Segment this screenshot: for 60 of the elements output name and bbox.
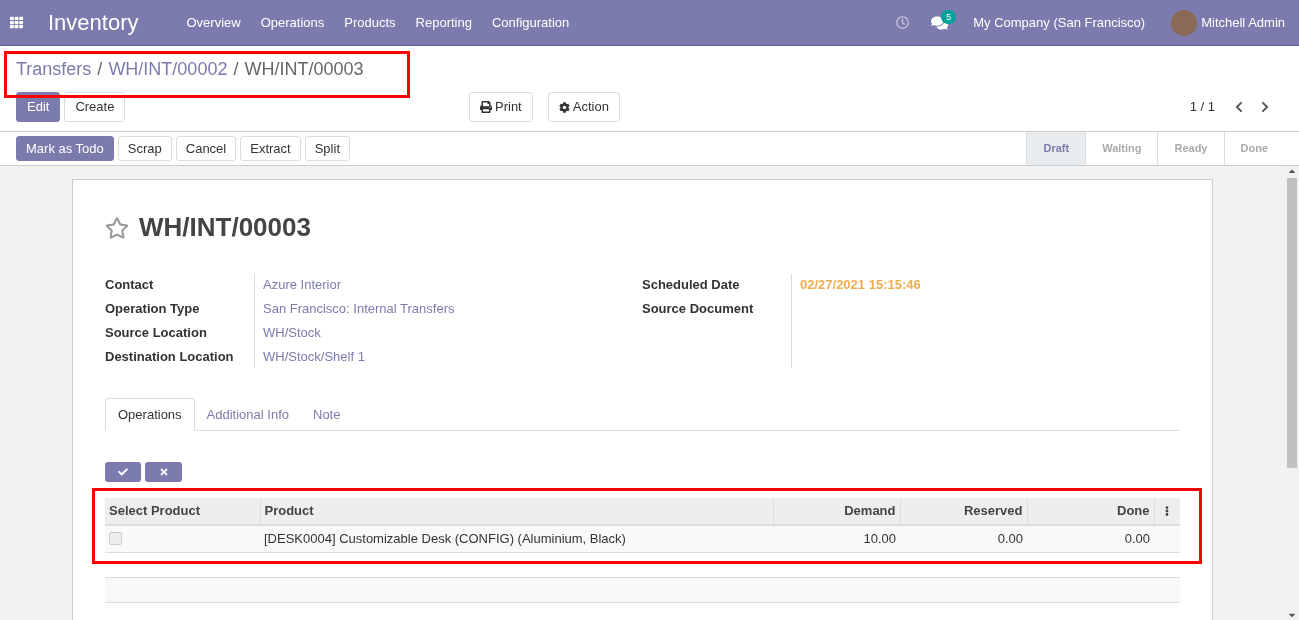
done-cell: 0.00	[1027, 525, 1154, 552]
status-stage[interactable]: Draft	[1026, 132, 1086, 165]
demand-cell: 10.00	[773, 525, 900, 552]
field-value: 02/27/2021 15:15:46	[800, 276, 921, 294]
field-value-link[interactable]: WH/Stock	[263, 324, 455, 342]
nav-menu-item[interactable]: Configuration	[491, 12, 570, 33]
star-icon[interactable]	[105, 215, 129, 240]
printer-icon	[480, 101, 492, 113]
scrollbar[interactable]	[1285, 166, 1299, 620]
field-label: Source Location	[105, 324, 208, 342]
column-header[interactable]: Select Product	[105, 498, 260, 525]
column-header[interactable]: Product	[260, 498, 773, 525]
field-label: Operation Type	[105, 300, 201, 318]
product-cell: [DESK0004] Customizable Desk (CONFIG) (Aluminium, Black)	[260, 525, 773, 552]
create-button[interactable]: Create	[64, 92, 126, 122]
confirm-button[interactable]	[105, 462, 141, 482]
column-header[interactable]: Demand	[773, 498, 900, 525]
gear-icon	[558, 101, 570, 113]
message-count-badge: 5	[941, 9, 957, 24]
row-checkbox[interactable]	[109, 532, 122, 546]
breadcrumb-separator: /	[97, 57, 103, 81]
nav-menu-item[interactable]: Reporting	[415, 12, 472, 33]
field-label: Source Document	[642, 300, 755, 318]
nav-menu-item[interactable]: Overview	[186, 12, 241, 33]
action-button[interactable]: Action	[547, 92, 620, 122]
workflow-button[interactable]: Cancel	[175, 136, 237, 161]
reserved-cell: 0.00	[900, 525, 1027, 552]
field-label: Scheduled Date	[642, 276, 741, 294]
field-value-link[interactable]: San Francisco: Internal Transfers	[263, 300, 455, 318]
field-value-link[interactable]: WH/Stock/Shelf 1	[263, 348, 455, 366]
record-title: WH/INT/00003	[139, 211, 311, 244]
pager-value: 1 / 1	[1189, 98, 1215, 117]
print-button[interactable]: Print	[469, 92, 533, 122]
mark-as-todo-button[interactable]: Mark as Todo	[16, 136, 114, 161]
user-menu[interactable]: Mitchell Admin	[1201, 12, 1285, 33]
close-icon	[158, 467, 169, 477]
workflow-button[interactable]: Extract	[240, 136, 301, 161]
nav-menu-item[interactable]: Operations	[260, 12, 325, 33]
checkmark-icon	[118, 467, 128, 477]
company-switcher[interactable]: My Company (San Francisco)	[973, 12, 1146, 33]
field-label: Contact	[105, 276, 155, 294]
apps-menu-icon[interactable]	[10, 16, 23, 29]
breadcrumb-separator: /	[233, 57, 239, 81]
edit-button[interactable]: Edit	[16, 92, 61, 122]
notebook-tab[interactable]: Note	[301, 398, 353, 431]
nav-menu-item[interactable]: Products	[344, 12, 396, 33]
workflow-button[interactable]: Split	[304, 136, 350, 161]
notebook-tab[interactable]: Additional Info	[194, 398, 301, 431]
field-value-link[interactable]: Azure Interior	[263, 276, 455, 294]
breadcrumb-current: WH/INT/00003	[244, 57, 364, 81]
notebook-tab[interactable]: Operations	[105, 398, 195, 431]
field-label: Destination Location	[105, 348, 235, 366]
app-title: Inventory	[48, 9, 139, 37]
clock-icon[interactable]	[896, 16, 910, 29]
column-header[interactable]: Reserved	[900, 498, 1027, 525]
discard-button[interactable]	[145, 462, 182, 482]
breadcrumb-link[interactable]: Transfers	[16, 55, 92, 83]
breadcrumb-link[interactable]: WH/INT/00002	[108, 55, 228, 83]
workflow-button[interactable]: Scrap	[117, 136, 172, 161]
column-header[interactable]: Done	[1027, 498, 1154, 525]
